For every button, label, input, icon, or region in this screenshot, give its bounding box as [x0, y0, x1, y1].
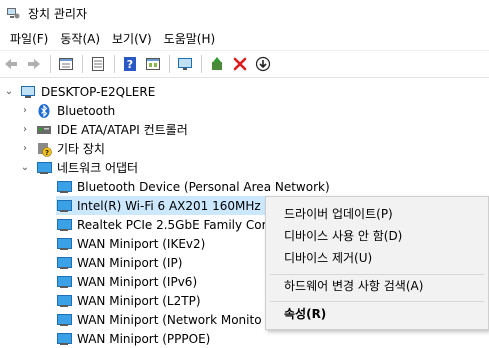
help-icon[interactable]: ? [119, 53, 141, 75]
network-adapter-icon [56, 294, 72, 308]
ide-controller-icon [36, 122, 52, 138]
tree-item-bluetooth[interactable]: › Bluetooth [20, 101, 115, 120]
adapter-item[interactable]: WAN Miniport (IKEv2) [56, 234, 205, 253]
adapter-label: Realtek PCIe 2.5GbE Family Cor [77, 217, 267, 232]
adapter-item[interactable]: Realtek PCIe 2.5GbE Family Cor [56, 215, 267, 234]
network-adapter-icon [56, 256, 72, 270]
uninstall-icon[interactable] [229, 53, 251, 75]
network-adapter-icon [56, 275, 72, 289]
adapter-label: WAN Miniport (L2TP) [77, 293, 201, 308]
menu-view[interactable]: 보기(V) [106, 30, 158, 47]
chevron-right-icon[interactable]: › [20, 105, 30, 116]
chevron-down-icon[interactable]: ⌄ [4, 86, 14, 97]
context-separator [270, 301, 484, 302]
network-adapter-icon [56, 237, 72, 251]
adapter-label: Bluetooth Device (Personal Area Network) [77, 179, 330, 194]
tree-item-label: 네트워크 어댑터 [57, 161, 139, 175]
adapter-item[interactable]: WAN Miniport (Network Monito [56, 310, 262, 329]
context-disable-device[interactable]: 디바이스 사용 안 함(D) [284, 225, 402, 247]
adapter-item[interactable]: WAN Miniport (IPv6) [56, 272, 197, 291]
context-uninstall-device[interactable]: 디바이스 제거(U) [284, 247, 372, 269]
context-properties[interactable]: 속성(R) [284, 303, 326, 325]
tree-item-network-adapters[interactable]: ⌄ 네트워크 어댑터 [20, 158, 138, 177]
device-manager-icon [6, 6, 20, 20]
svg-text:?: ? [127, 58, 133, 71]
chevron-right-icon[interactable]: › [20, 143, 30, 154]
properties-icon[interactable] [55, 53, 77, 75]
bluetooth-icon [36, 103, 52, 119]
adapter-label: WAN Miniport (Network Monito [77, 312, 262, 327]
network-adapter-icon [56, 218, 72, 232]
toolbar-separator [50, 55, 51, 73]
adapter-item[interactable]: WAN Miniport (L2TP) [56, 291, 201, 310]
menu-help[interactable]: 도움말(H) [158, 30, 222, 47]
network-adapter-icon [36, 161, 52, 175]
menu-action[interactable]: 동작(A) [54, 30, 106, 47]
menu-file[interactable]: 파일(F) [4, 30, 54, 47]
forward-icon[interactable] [23, 53, 45, 75]
list-icon[interactable] [87, 53, 109, 75]
computer-icon [20, 84, 36, 100]
back-icon[interactable] [0, 53, 22, 75]
svg-text:?: ? [45, 149, 49, 157]
tree-item-other-devices[interactable]: › ? 기타 장치 [20, 139, 105, 158]
tree-root-label: DESKTOP-E2QLERE [41, 84, 156, 99]
network-adapter-icon [56, 180, 72, 194]
disable-icon[interactable] [252, 53, 274, 75]
toolbar-separator [169, 55, 170, 73]
tree-root[interactable]: ⌄ DESKTOP-E2QLERE [4, 82, 156, 101]
adapter-item[interactable]: WAN Miniport (IP) [56, 253, 182, 272]
adapter-item[interactable]: Bluetooth Device (Personal Area Network) [56, 177, 330, 196]
context-scan-hardware[interactable]: 하드웨어 변경 사항 검색(A) [284, 275, 423, 297]
menu-bar: 파일(F) 동작(A) 보기(V) 도움말(H) [0, 26, 489, 50]
tree-item-label: 기타 장치 [57, 142, 105, 156]
window-title: 장치 관리자 [28, 6, 88, 21]
unknown-device-icon: ? [36, 141, 52, 157]
tree-item-ide[interactable]: › IDE ATA/ATAPI 컨트롤러 [20, 120, 188, 139]
toolbar-separator [201, 55, 202, 73]
context-update-driver[interactable]: 드라이버 업데이트(P) [284, 203, 393, 225]
toolbar: ? [0, 50, 489, 78]
toolbar-separator [82, 55, 83, 73]
tree-item-label: IDE ATA/ATAPI 컨트롤러 [57, 123, 188, 137]
adapter-label: Intel(R) Wi-Fi 6 AX201 160MHz [77, 198, 261, 213]
context-menu: 드라이버 업데이트(P) 디바이스 사용 안 함(D) 디바이스 제거(U) 하… [265, 196, 489, 330]
update-driver-icon[interactable] [206, 53, 228, 75]
tree-item-label: Bluetooth [57, 103, 116, 118]
adapter-label: WAN Miniport (IP) [77, 255, 183, 270]
chevron-right-icon[interactable]: › [20, 124, 30, 135]
adapter-label: WAN Miniport (IPv6) [77, 274, 198, 289]
title-bar: 장치 관리자 [0, 0, 489, 26]
view-icon[interactable] [142, 53, 164, 75]
monitor-icon[interactable] [174, 53, 196, 75]
network-adapter-icon [56, 199, 72, 213]
adapter-item-selected[interactable]: Intel(R) Wi-Fi 6 AX201 160MHz [56, 196, 265, 215]
adapter-item[interactable]: WAN Miniport (PPPOE) [56, 329, 210, 348]
network-adapter-icon [56, 313, 72, 327]
chevron-down-icon[interactable]: ⌄ [20, 162, 30, 173]
toolbar-separator [114, 55, 115, 73]
adapter-label: WAN Miniport (IKEv2) [77, 236, 206, 251]
